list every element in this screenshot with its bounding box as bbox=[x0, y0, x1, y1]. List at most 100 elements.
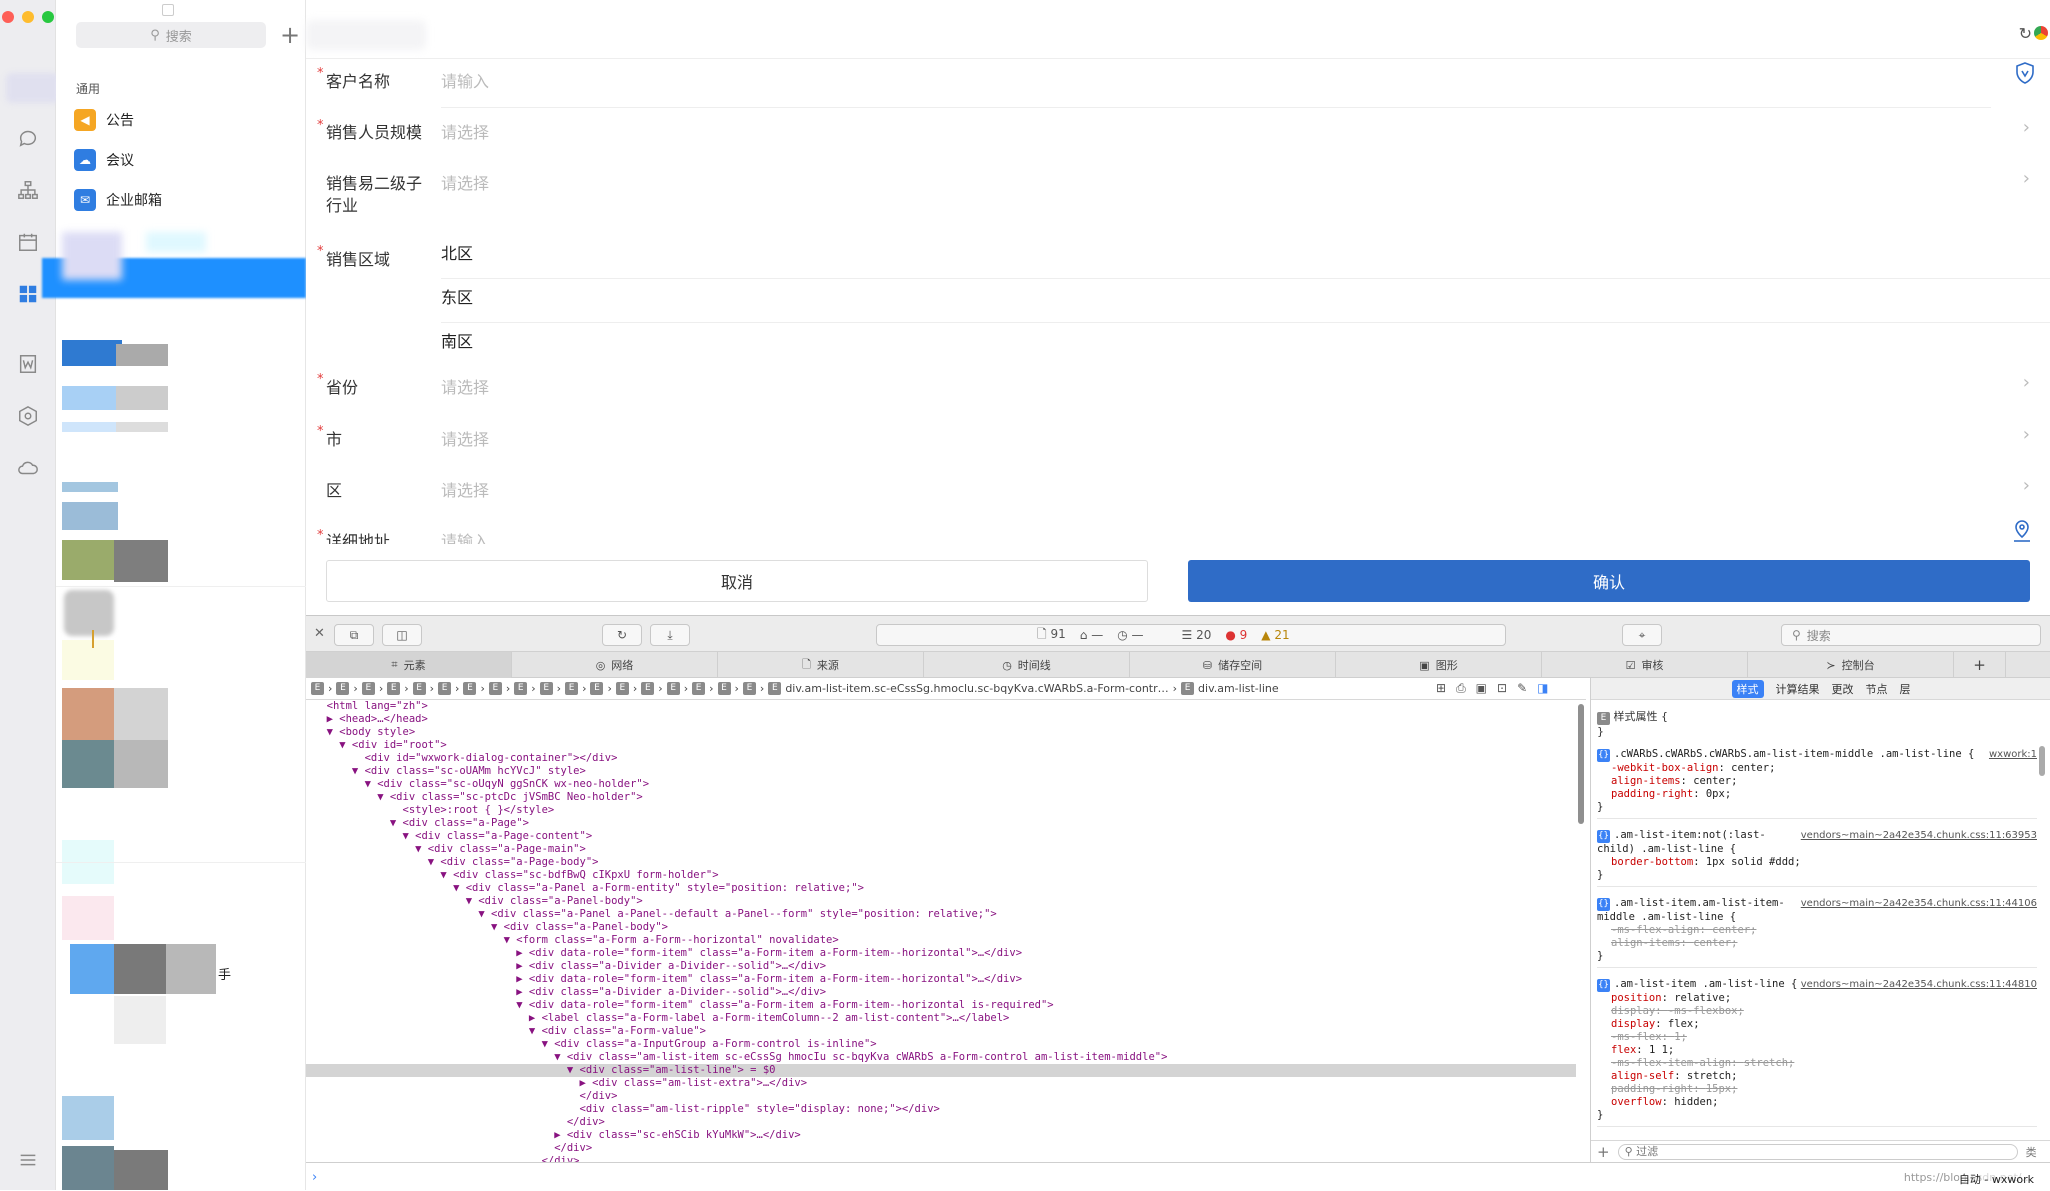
styles-tab[interactable]: 更改 bbox=[1832, 681, 1854, 697]
tab-network[interactable]: ◎ 网络 bbox=[512, 652, 718, 678]
dom-node[interactable]: ▶ <div class="a-Divider a-Divider--solid… bbox=[306, 960, 1576, 973]
sidebar-toggle-icon[interactable]: ◨ bbox=[1537, 681, 1548, 696]
region-option[interactable]: 南区 bbox=[441, 328, 473, 352]
chat-icon[interactable] bbox=[14, 124, 42, 152]
tab-graphics[interactable]: ▣ 图形 bbox=[1336, 652, 1542, 678]
region-option[interactable]: 东区 bbox=[441, 284, 473, 308]
crumb-element-icon[interactable]: E bbox=[742, 682, 756, 695]
avatar[interactable] bbox=[6, 73, 60, 103]
dom-node[interactable]: ▼ <div class="am-list-line"> = $0 bbox=[306, 1064, 1576, 1077]
download-icon[interactable]: ⤓ bbox=[650, 624, 690, 646]
layout-icon[interactable]: ⊞ bbox=[1436, 681, 1446, 696]
crumb-element-icon[interactable]: E bbox=[336, 682, 350, 695]
flow-icon[interactable] bbox=[14, 402, 42, 430]
crumb-element-icon[interactable]: E bbox=[412, 682, 426, 695]
styles-tab[interactable]: 节点 bbox=[1866, 681, 1888, 697]
dom-node[interactable]: <style>:root { }</style> bbox=[306, 804, 1576, 817]
rule-selector[interactable]: .am-list-item:not(:last-child) .am-list-… bbox=[1597, 829, 1766, 855]
crumb-element-icon[interactable]: E bbox=[1181, 682, 1195, 695]
dom-node[interactable]: ▼ <div class="a-Panel a-Form-entity" sty… bbox=[306, 882, 1576, 895]
sales-size-select[interactable]: 请选择 bbox=[441, 119, 489, 143]
styles-tab[interactable]: 层 bbox=[1900, 681, 1911, 697]
css-rule[interactable]: vendors~main~2a42e354.chunk.css:11:44106… bbox=[1597, 893, 2037, 968]
crumb-element-icon[interactable]: E bbox=[539, 682, 553, 695]
calendar-icon[interactable] bbox=[14, 228, 42, 256]
dom-node[interactable]: ▼ <div class="a-InputGroup a-Form-contro… bbox=[306, 1038, 1576, 1051]
tab-timeline[interactable]: ◷ 时间线 bbox=[924, 652, 1130, 678]
css-property[interactable]: -ms-flex-align: center; bbox=[1597, 924, 2037, 937]
css-property[interactable]: flex: 1 1; bbox=[1597, 1044, 2037, 1057]
dom-node[interactable]: ▼ <div class="sc-bdfBwQ cIKpxU form-hold… bbox=[306, 869, 1576, 882]
dom-node[interactable]: <div class="am-list-ripple" style="displ… bbox=[306, 1103, 1576, 1116]
district-select[interactable]: 请选择 bbox=[441, 477, 489, 501]
dom-node[interactable]: ▼ <div class="am-list-item sc-eCssSg hmo… bbox=[306, 1051, 1576, 1064]
refresh-icon[interactable]: ↻ bbox=[2019, 24, 2032, 43]
css-property[interactable]: padding-right: 0px; bbox=[1597, 788, 2037, 801]
location-pin-icon[interactable] bbox=[2012, 520, 2032, 544]
css-property[interactable]: padding-right: 15px; bbox=[1597, 1083, 2037, 1096]
doc-icon[interactable] bbox=[14, 350, 42, 378]
dom-node[interactable]: ▼ <div class="a-Page"> bbox=[306, 817, 1576, 830]
dom-node[interactable]: ▼ <div class="sc-oUqyN ggSnCK wx-neo-hol… bbox=[306, 778, 1576, 791]
address-input[interactable]: 请输入 bbox=[441, 528, 489, 544]
css-rule[interactable]: wxwork:1 {} .cWARbS.cWARbS.cWARbS.am-list-… bbox=[1597, 744, 2037, 819]
rule-selector[interactable]: .cWARbS.cWARbS.cWARbS.am-list-item-middl… bbox=[1614, 748, 1962, 760]
styles-filter-input[interactable]: ⚲ 过滤 bbox=[1617, 1143, 2018, 1160]
dom-node[interactable]: ▶ <div class="am-list-extra">…</div> bbox=[306, 1077, 1576, 1090]
execution-context-select[interactable]: 自动 - wxwork bbox=[1958, 1171, 2034, 1187]
industry-select[interactable]: 请选择 bbox=[441, 170, 489, 194]
dom-node[interactable]: </div> bbox=[306, 1090, 1576, 1103]
dom-node[interactable]: ▼ <div class="sc-oUAMm hcYVcJ" style> bbox=[306, 765, 1576, 778]
cloud-disk-icon[interactable] bbox=[14, 454, 42, 482]
app-item-mail[interactable]: ✉ 企业邮箱 bbox=[74, 185, 162, 215]
rule-selector[interactable]: .am-list-item.am-list-item-middle .am-li… bbox=[1597, 897, 1785, 923]
add-rule-icon[interactable]: + bbox=[1597, 1143, 1610, 1161]
dom-node[interactable]: </div> bbox=[306, 1155, 1576, 1162]
dom-node[interactable]: ▼ <div class="sc-ptcDc jVSmBC Neo-holder… bbox=[306, 791, 1576, 804]
console-prompt[interactable]: › https://blog.csdn.net/... 自动 - wxwork bbox=[306, 1162, 2050, 1191]
dom-node[interactable]: ▼ <div id="root"> bbox=[306, 739, 1576, 752]
rule-source-link[interactable]: vendors~main~2a42e354.chunk.css:11:63953 bbox=[1801, 829, 2037, 842]
org-chart-icon[interactable] bbox=[14, 176, 42, 204]
css-rule[interactable]: vendors~main~2a42e354.chunk.css:11:63953… bbox=[1597, 825, 2037, 887]
dom-node[interactable]: ▼ <div class="a-Page-body"> bbox=[306, 856, 1576, 869]
css-property[interactable]: align-items: center; bbox=[1597, 937, 2037, 950]
crumb-element-icon[interactable]: E bbox=[717, 682, 731, 695]
dom-node[interactable]: ▶ <div class="sc-ehSCib kYuMkW">…</div> bbox=[306, 1129, 1576, 1142]
inspector-search-input[interactable]: ⚲ 搜索 bbox=[1781, 624, 2041, 646]
tab-storage[interactable]: ⛁ 储存空间 bbox=[1130, 652, 1336, 678]
errors-count[interactable]: ● 9 bbox=[1225, 628, 1247, 642]
rule-source-link[interactable]: vendors~main~2a42e354.chunk.css:11:44810 bbox=[1801, 978, 2037, 991]
crumb-item[interactable]: div.am-list-line bbox=[1198, 682, 1279, 695]
rule-source-link[interactable]: vendors~main~2a42e354.chunk.css:11:44106 bbox=[1801, 897, 2037, 910]
form-item-address[interactable]: * 详细地址 请输入 bbox=[306, 518, 2050, 544]
dom-node[interactable]: ▼ <body style> bbox=[306, 726, 1576, 739]
print-icon[interactable]: ⎙ bbox=[1456, 681, 1466, 696]
css-property[interactable]: align-items: center; bbox=[1597, 775, 2037, 788]
show-rulers-icon[interactable]: ▣ bbox=[1476, 681, 1487, 696]
css-property[interactable]: -ms-flex-item-align: stretch; bbox=[1597, 1057, 2037, 1070]
crumb-element-icon[interactable]: E bbox=[311, 682, 324, 695]
dom-node[interactable]: ▼ <div class="a-Form-value"> bbox=[306, 1025, 1576, 1038]
crumb-item[interactable]: div.am-list-item.sc-eCssSg.hmoclu.sc-bqy… bbox=[785, 682, 1168, 695]
confirm-button[interactable]: 确认 bbox=[1188, 560, 2030, 602]
crumb-element-icon[interactable]: E bbox=[768, 682, 782, 695]
province-select[interactable]: 请选择 bbox=[441, 374, 489, 398]
rule-source-link[interactable]: wxwork:1 bbox=[1989, 748, 2037, 761]
crumb-element-icon[interactable]: E bbox=[463, 682, 477, 695]
rule-selector[interactable]: .am-list-item .am-list-line bbox=[1614, 978, 1785, 990]
sidebar-toggle-icon[interactable] bbox=[162, 4, 174, 16]
add-tab-icon[interactable]: + bbox=[1954, 652, 2006, 678]
crumb-element-icon[interactable]: E bbox=[565, 682, 579, 695]
dom-node[interactable]: </div> bbox=[306, 1142, 1576, 1155]
crumb-element-icon[interactable]: E bbox=[361, 682, 375, 695]
form-item-province[interactable]: * 省份 请选择 › bbox=[306, 364, 2050, 410]
dom-node[interactable]: </div> bbox=[306, 1116, 1576, 1129]
dom-node[interactable]: ▶ <head>…</head> bbox=[306, 713, 1576, 726]
styles-scrollbar[interactable] bbox=[2039, 746, 2045, 776]
form-item-district[interactable]: 区 请选择 › bbox=[306, 467, 2050, 513]
detach-icon[interactable]: ⧉ bbox=[334, 624, 374, 646]
minimize-window-button[interactable] bbox=[22, 11, 34, 23]
crumb-element-icon[interactable]: E bbox=[692, 682, 706, 695]
region-option[interactable]: 北区 bbox=[441, 240, 473, 264]
